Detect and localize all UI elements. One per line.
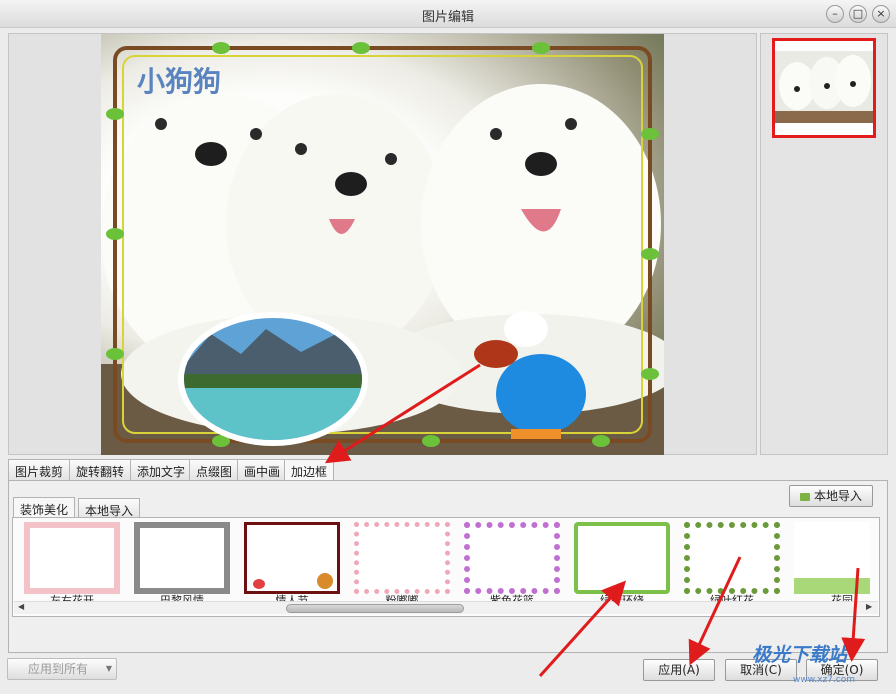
apply-button[interactable]: 应用(A) (643, 659, 715, 681)
photo-preview: 小狗狗 (101, 34, 664, 455)
tab-add-text[interactable]: 添加文字 (130, 459, 193, 480)
tab-rotate-flip[interactable]: 旋转翻转 (69, 459, 132, 480)
rose-icon (253, 579, 265, 589)
local-import-button[interactable]: 本地导入 (789, 485, 873, 507)
frame-item[interactable] (574, 522, 670, 594)
minimize-button[interactable]: – (826, 5, 844, 23)
tab-picture-in-picture[interactable]: 画中画 (237, 459, 288, 480)
frame-item[interactable] (354, 522, 450, 594)
tab-add-border[interactable]: 加边框 (284, 459, 335, 481)
frame-item[interactable] (244, 522, 340, 594)
frame-item[interactable] (24, 522, 120, 594)
subtab-decorate[interactable]: 装饰美化 (13, 497, 76, 519)
window-title: 图片编辑 (421, 10, 474, 25)
local-import-label: 本地导入 (813, 489, 862, 503)
close-button[interactable]: × (872, 5, 890, 23)
frame-item[interactable] (684, 522, 780, 594)
gallery-scrollbar[interactable]: ◀ ▶ (14, 601, 878, 614)
teddy-bear-icon (317, 573, 333, 589)
scrollbar-thumb[interactable] (286, 604, 464, 613)
tab-crop[interactable]: 图片裁剪 (8, 459, 71, 480)
maximize-button[interactable]: □ (849, 5, 867, 23)
frame-item[interactable] (134, 522, 230, 594)
apply-to-all-label: 应用到所有 (28, 662, 89, 676)
subtab-local-import[interactable]: 本地导入 (78, 498, 141, 519)
photo-caption: 小狗狗 (137, 65, 222, 98)
thumbnail-selected[interactable] (772, 38, 876, 138)
tab-decorations[interactable]: 点缀图 (189, 459, 240, 480)
watermark-text: 极光下载站 (752, 644, 848, 666)
folder-icon (799, 492, 810, 501)
watermark-url: www.xz7.com (793, 675, 855, 685)
thumbnail-image (775, 41, 873, 135)
scroll-left-icon[interactable]: ◀ (18, 602, 24, 611)
apply-to-all-dropdown[interactable]: 应用到所有 ▼ (7, 658, 117, 680)
frame-item[interactable] (464, 522, 560, 594)
chevron-down-icon: ▼ (105, 664, 112, 673)
frame-item[interactable] (794, 522, 870, 594)
title-bar: 图片编辑 – □ × (0, 0, 896, 28)
scroll-right-icon[interactable]: ▶ (866, 602, 872, 611)
